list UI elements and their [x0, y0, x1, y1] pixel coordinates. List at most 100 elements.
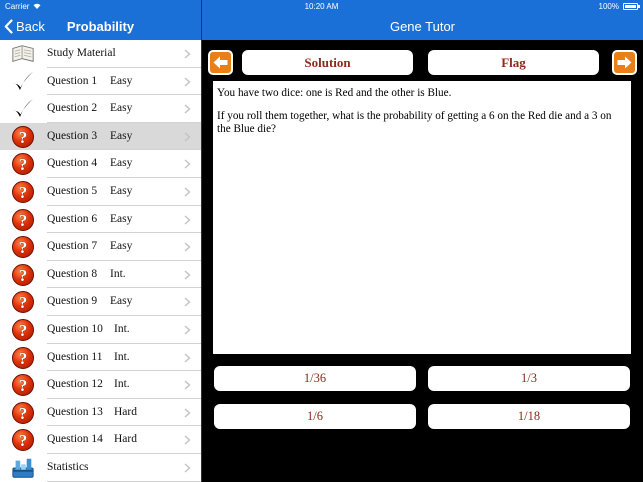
chevron-right-icon: [184, 132, 191, 142]
chevron-right-icon: [184, 408, 191, 418]
item-title: Study Material: [47, 47, 116, 59]
checkmark-icon: [11, 97, 35, 121]
item-title: Question 5: [47, 184, 98, 197]
question-item[interactable]: ? Question 8 Int.: [0, 261, 201, 289]
question-mark-icon: ?: [11, 373, 35, 397]
chevron-right-icon: [184, 215, 191, 225]
answer-option-2[interactable]: 1/3: [428, 366, 630, 391]
next-question-button[interactable]: [612, 50, 637, 75]
list-item-label: Question 3 Easy: [47, 130, 132, 142]
study-material-item[interactable]: Study Material: [0, 40, 201, 68]
battery-percent: 100%: [598, 2, 619, 11]
difficulty-label: Int.: [114, 378, 130, 391]
checkmark-icon: [11, 70, 35, 94]
book-icon: [11, 42, 35, 66]
answer-option-3[interactable]: 1/6: [214, 404, 416, 429]
difficulty-label: Easy: [110, 102, 133, 115]
chevron-right-icon: [184, 297, 191, 307]
question-mark-icon: ?: [11, 428, 35, 452]
item-title: Question 11: [47, 350, 103, 363]
list-item-label: Question 14 Hard: [47, 433, 137, 446]
list-item-label: Question 1 Easy: [47, 74, 132, 87]
chevron-right-icon: [184, 49, 191, 59]
statistics-item[interactable]: Statistics: [0, 454, 201, 482]
question-text-line-2: If you roll them together, what is the p…: [217, 110, 612, 135]
list-item-label: Statistics: [47, 461, 89, 473]
question-item[interactable]: Question 2 Easy: [0, 95, 201, 123]
difficulty-label: Easy: [110, 157, 133, 170]
list-item-label: Study Material: [47, 47, 116, 59]
difficulty-label: Int.: [114, 322, 130, 335]
question-item[interactable]: Question 1 Easy: [0, 68, 201, 96]
question-item[interactable]: ? Question 7 Easy: [0, 233, 201, 261]
difficulty-label: Int.: [110, 267, 126, 280]
topic-list: Study Material Question 1 Easy Question 2 Ea…: [0, 40, 201, 482]
question-item[interactable]: ? Question 12 Int.: [0, 371, 201, 399]
difficulty-label: Hard: [114, 433, 137, 446]
question-item[interactable]: ? Question 11 Int.: [0, 344, 201, 372]
chevron-right-icon: [184, 435, 191, 445]
question-item[interactable]: ? Question 9 Easy: [0, 288, 201, 316]
arrow-left-icon: [213, 56, 228, 69]
item-title: Question 2: [47, 102, 98, 115]
question-mark-icon: ?: [11, 318, 35, 342]
item-title: Question 12: [47, 378, 103, 391]
list-item-label: Question 4 Easy: [47, 157, 132, 169]
question-item[interactable]: ? Question 5 Easy: [0, 178, 201, 206]
list-item-label: Question 6 Easy: [47, 213, 132, 225]
battery-icon: [623, 3, 640, 10]
list-item-label: Question 9 Easy: [47, 295, 132, 307]
difficulty-label: Easy: [110, 240, 133, 253]
difficulty-label: Hard: [114, 405, 137, 418]
item-title: Question 8: [47, 267, 98, 280]
question-mark-icon: ?: [11, 346, 35, 370]
answer-option-4[interactable]: 1/18: [428, 404, 630, 429]
question-mark-icon: ?: [11, 235, 35, 259]
flag-button[interactable]: Flag: [428, 50, 599, 75]
answer-option-1[interactable]: 1/36: [214, 366, 416, 391]
difficulty-label: Easy: [110, 295, 133, 308]
chevron-right-icon: [184, 352, 191, 363]
list-item-label: Question 5 Easy: [47, 184, 132, 197]
question-item[interactable]: ? Question 3 Easy: [0, 122, 201, 151]
previous-question-button[interactable]: [208, 50, 233, 75]
right-nav-bar: Gene Tutor: [202, 13, 643, 40]
question-panel: You have two dice: one is Red and the ot…: [213, 81, 631, 354]
difficulty-label: Easy: [110, 212, 133, 225]
chevron-right-icon: [184, 104, 191, 114]
chevron-right-icon: [184, 242, 191, 252]
item-title: Question 7: [47, 240, 98, 253]
question-item[interactable]: ? Question 10 Int.: [0, 316, 201, 344]
chevron-right-icon: [184, 325, 191, 335]
difficulty-label: Easy: [110, 184, 133, 197]
list-item-label: Question 8 Int.: [47, 267, 126, 280]
statistics-icon: [11, 456, 35, 480]
question-item[interactable]: ? Question 13 Hard: [0, 399, 201, 427]
clock: 10:20 AM: [304, 2, 339, 11]
status-bar: Carrier 10:20 AM 100%: [0, 0, 643, 13]
row-separator: [47, 480, 201, 482]
chevron-right-icon: [184, 463, 191, 473]
chevron-right-icon: [184, 187, 191, 197]
arrow-right-icon: [617, 56, 632, 69]
item-title: Question 1: [47, 74, 98, 87]
list-item-label: Question 2 Easy: [47, 102, 132, 115]
question-mark-icon: ?: [11, 208, 35, 232]
question-item[interactable]: ? Question 4 Easy: [0, 150, 201, 178]
item-title: Question 13: [47, 405, 103, 418]
chevron-right-icon: [184, 159, 191, 169]
difficulty-label: Easy: [110, 129, 133, 142]
solution-button[interactable]: Solution: [242, 50, 413, 75]
question-mark-icon: ?: [11, 152, 35, 176]
question-mark-icon: ?: [11, 290, 35, 314]
question-mark-icon: ?: [11, 125, 35, 149]
list-item-label: Question 13 Hard: [47, 405, 137, 418]
question-mark-icon: ?: [11, 180, 35, 204]
question-mark-icon: ?: [11, 401, 35, 425]
item-title: Statistics: [47, 460, 89, 473]
chevron-right-icon: [184, 270, 191, 280]
list-item-label: Question 11 Int.: [47, 350, 130, 363]
item-title: Question 14: [47, 433, 103, 446]
question-item[interactable]: ? Question 14 Hard: [0, 426, 201, 454]
question-item[interactable]: ? Question 6 Easy: [0, 206, 201, 234]
